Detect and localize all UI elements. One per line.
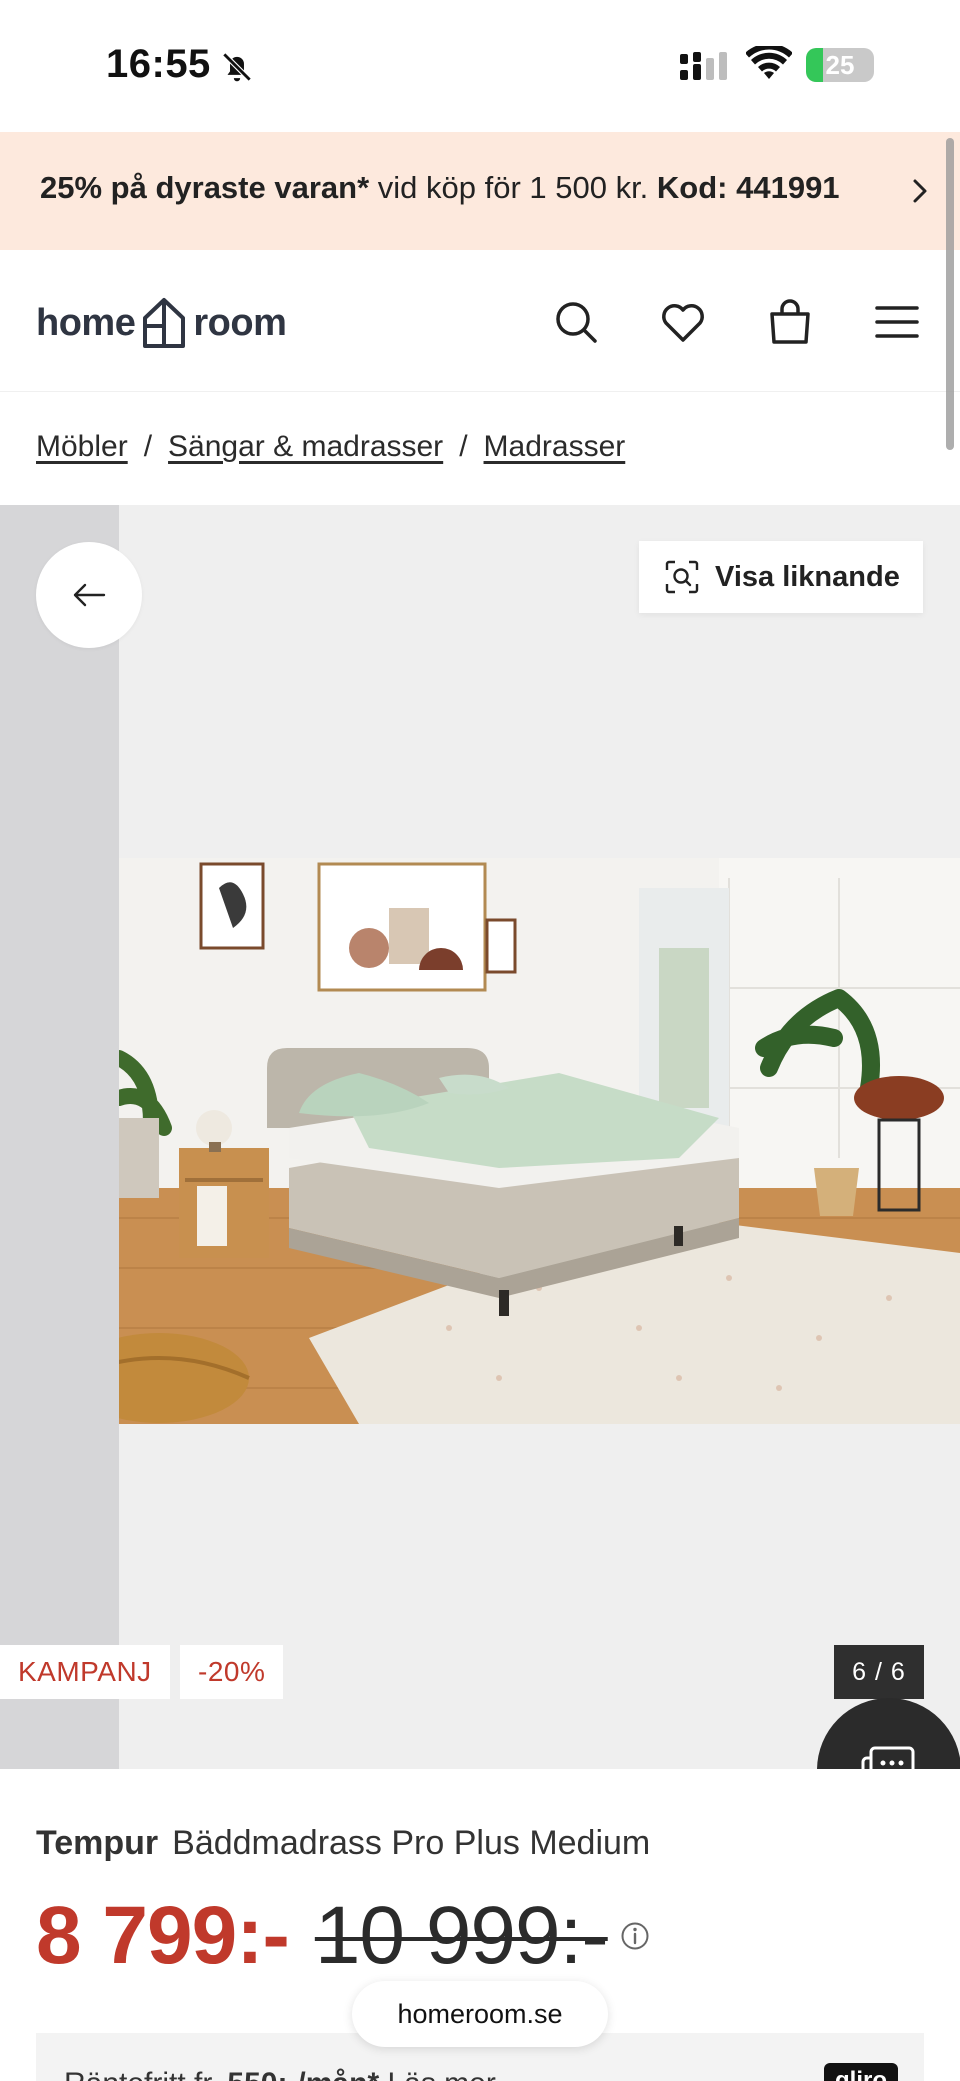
previous-image-peek[interactable] [0, 505, 119, 1769]
qliro-logo: qliro [824, 2063, 898, 2081]
visual-search-icon [665, 560, 699, 594]
menu-icon[interactable] [873, 298, 921, 346]
breadcrumb-item-sangar[interactable]: Sängar & madrasser [168, 430, 443, 463]
financing-text: Räntefritt fr. 550:-/mån* Läs mer [64, 2067, 496, 2081]
breadcrumb-item-mobler[interactable]: Möbler [36, 430, 128, 463]
heart-icon[interactable] [659, 298, 707, 346]
search-icon[interactable] [552, 298, 600, 346]
product-brand[interactable]: Tempur [36, 1824, 158, 1862]
current-price: 8 799:- [36, 1890, 290, 1981]
product-gallery[interactable]: Visa liknande KAMPANJ -20% 6 / 6 [0, 505, 960, 1769]
status-time: 16:55 [106, 42, 211, 86]
homeroom-logo[interactable]: home room [36, 296, 287, 350]
gallery-back-button[interactable] [36, 542, 142, 648]
original-price: 10 999:- [314, 1890, 609, 1981]
arrow-left-icon [73, 583, 106, 607]
breadcrumb-separator: / [459, 430, 468, 463]
battery-level: 25 [825, 50, 855, 80]
financing-prefix: Räntefritt fr. [64, 2067, 227, 2081]
campaign-badge: KAMPANJ [0, 1645, 170, 1699]
site-header: home room [0, 250, 960, 392]
bell-muted-icon [222, 52, 252, 82]
breadcrumb-item-madrasser[interactable]: Madrasser [484, 430, 626, 463]
signal-icon [680, 52, 727, 80]
chevron-right-icon[interactable] [910, 176, 930, 206]
promo-banner[interactable]: 25% på dyraste varan* vid köp för 1 500 … [0, 132, 960, 250]
browser-url-pill[interactable]: homeroom.se [352, 1981, 608, 2047]
logo-text-right: room [193, 301, 287, 344]
show-similar-label: Visa liknande [715, 560, 900, 593]
financing-amount: 550:-/mån* [227, 2067, 379, 2081]
bag-icon[interactable] [766, 298, 814, 346]
battery-icon: 25 [806, 48, 874, 82]
logo-text-left: home [36, 301, 136, 344]
wifi-icon [746, 46, 792, 79]
house-logo-icon [143, 298, 186, 348]
image-counter: 6 / 6 [834, 1645, 924, 1699]
product-name: Bäddmadrass Pro Plus Medium [172, 1824, 651, 1862]
chat-bubbles-icon [861, 1746, 915, 1769]
breadcrumb: Möbler / Sängar & madrasser / Madrasser [36, 430, 625, 464]
discount-badge: -20% [180, 1645, 284, 1699]
promo-body: vid köp för 1 500 kr. [369, 170, 657, 205]
show-similar-button[interactable]: Visa liknande [639, 541, 923, 613]
financing-read-more[interactable]: Läs mer [379, 2067, 495, 2081]
breadcrumb-separator: / [143, 430, 153, 463]
chat-button[interactable] [817, 1698, 960, 1769]
product-title: Tempur Bäddmadrass Pro Plus Medium [36, 1824, 650, 1863]
promo-code: Kod: 441991 [656, 170, 840, 205]
promo-text: 25% på dyraste varan* vid köp för 1 500 … [40, 170, 840, 206]
promo-bold-lead: 25% på dyraste varan* [40, 170, 370, 205]
product-photo-bedroom[interactable] [119, 858, 960, 1424]
status-bar: 16:55 25 [0, 0, 960, 132]
price-row: 8 799:- 10 999:- [36, 1886, 650, 1986]
info-icon[interactable] [620, 1921, 650, 1951]
scrollbar[interactable] [946, 138, 954, 450]
